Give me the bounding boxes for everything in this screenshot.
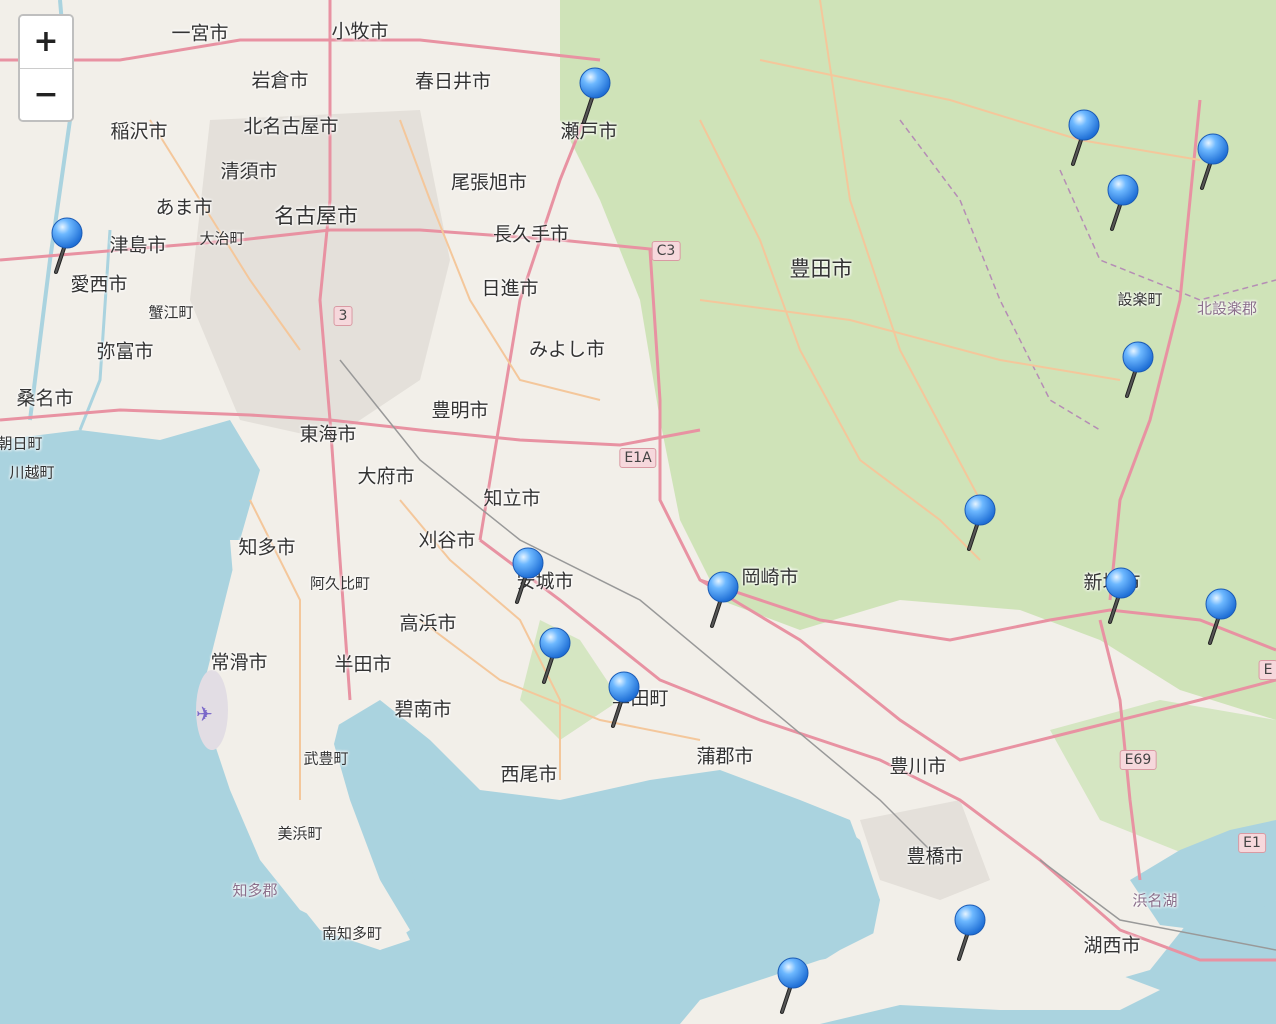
road-shield: E bbox=[1258, 660, 1276, 680]
map-marker-pin[interactable] bbox=[1121, 340, 1161, 400]
map-marker-pin[interactable] bbox=[1204, 587, 1244, 647]
airport-icon: ✈ bbox=[196, 702, 213, 726]
road-shield: C3 bbox=[651, 241, 681, 261]
map-marker-pin[interactable] bbox=[1106, 173, 1146, 233]
road-shield: E1A bbox=[619, 448, 657, 468]
map-marker-pin[interactable] bbox=[578, 66, 618, 126]
zoom-out-button[interactable]: − bbox=[20, 68, 72, 120]
road-shield: 3 bbox=[333, 306, 353, 326]
road-shield: E1 bbox=[1238, 833, 1266, 853]
map-marker-pin[interactable] bbox=[1067, 108, 1107, 168]
map-marker-pin[interactable] bbox=[1104, 566, 1144, 626]
road-shield: E69 bbox=[1119, 750, 1157, 770]
map-marker-pin[interactable] bbox=[538, 626, 578, 686]
zoom-control: + − bbox=[18, 14, 74, 122]
map-marker-pin[interactable] bbox=[953, 903, 993, 963]
map-marker-pin[interactable] bbox=[963, 493, 1003, 553]
map-marker-pin[interactable] bbox=[1196, 132, 1236, 192]
map-marker-pin[interactable] bbox=[511, 546, 551, 606]
map[interactable]: + − 一宮市 小牧市 岩倉市 春日井市 瀬戸市 稲沢市 北名古屋市 清須市 尾… bbox=[0, 0, 1276, 1024]
zoom-in-button[interactable]: + bbox=[20, 16, 72, 68]
map-marker-pin[interactable] bbox=[706, 570, 746, 630]
map-marker-pin[interactable] bbox=[50, 216, 90, 276]
map-marker-pin[interactable] bbox=[607, 670, 647, 730]
map-marker-pin[interactable] bbox=[776, 956, 816, 1016]
